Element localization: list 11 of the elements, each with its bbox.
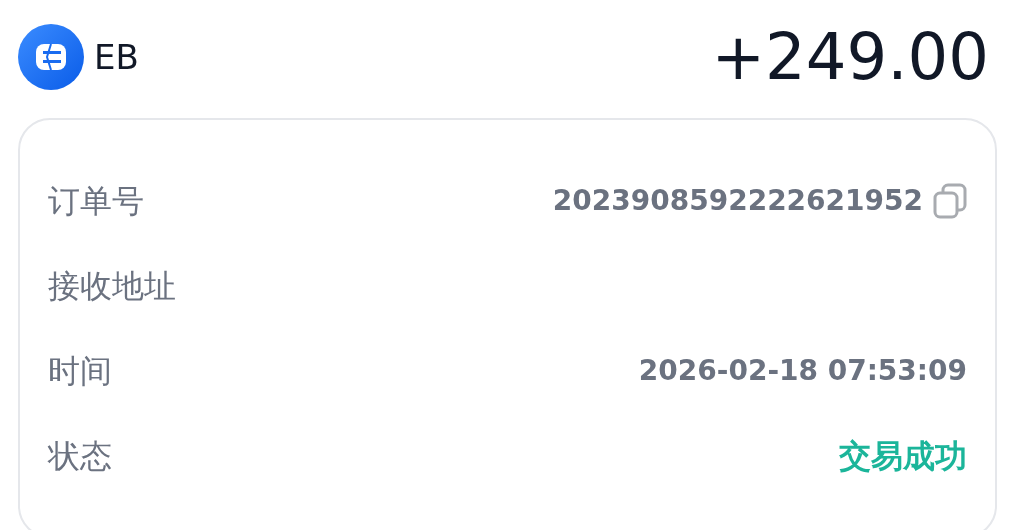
detail-label: 状态 (48, 435, 112, 477)
amount: +249.00 (711, 25, 989, 89)
detail-value: 2026-02-18 07:53:09 (638, 352, 967, 389)
token-name: EB (94, 35, 139, 79)
detail-label: 订单号 (48, 180, 144, 222)
detail-label: 时间 (48, 350, 112, 392)
copy-icon[interactable] (933, 182, 967, 219)
status-value: 交易成功 (839, 435, 967, 477)
order-number: 2023908592222621952 (552, 182, 923, 219)
detail-label: 接收地址 (48, 265, 176, 307)
logo-icon (18, 24, 84, 90)
